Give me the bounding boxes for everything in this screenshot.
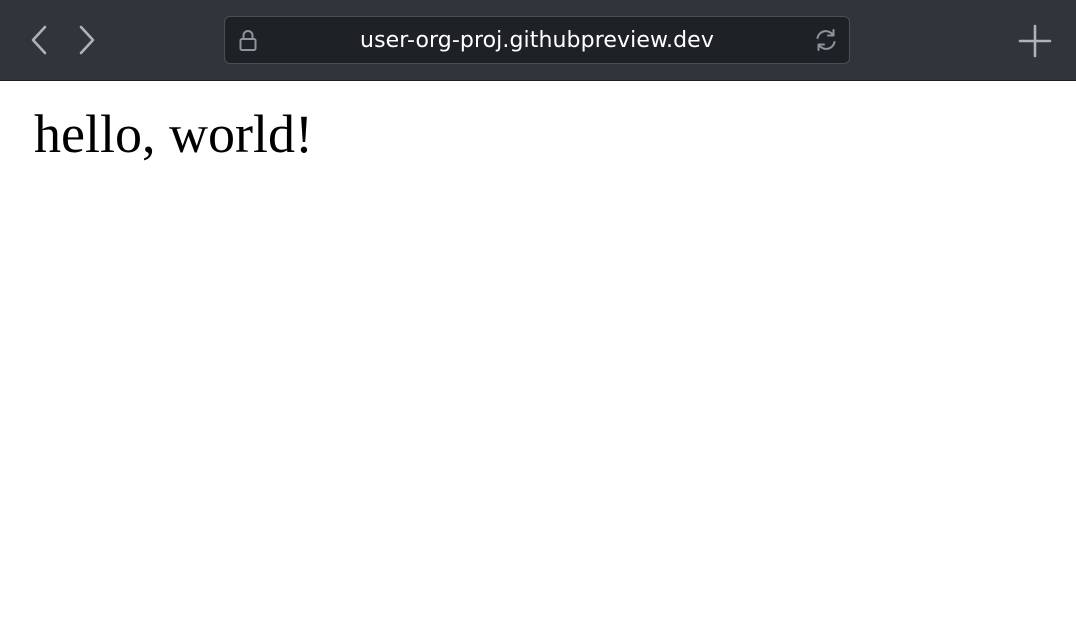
url-text[interactable]: user-org-proj.githubpreview.dev (275, 17, 799, 62)
page-heading: hello, world! (34, 104, 313, 164)
forward-button[interactable] (72, 20, 102, 60)
back-button[interactable] (24, 20, 54, 60)
chevron-left-icon (31, 25, 47, 55)
address-bar[interactable]: user-org-proj.githubpreview.dev (224, 16, 850, 64)
reload-icon[interactable] (813, 27, 839, 53)
chevron-right-icon (79, 25, 95, 55)
page-content: hello, world! (0, 81, 1076, 626)
plus-icon[interactable] (1016, 22, 1054, 60)
lock-icon (239, 30, 257, 51)
browser-toolbar: user-org-proj.githubpreview.dev (0, 0, 1076, 81)
